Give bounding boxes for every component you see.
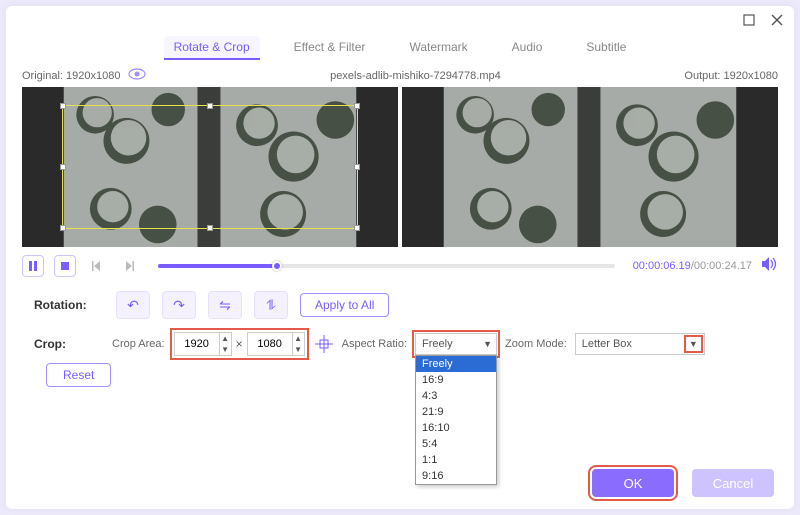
multiply-icon: × — [232, 337, 247, 351]
crop-height-spinner[interactable]: ▲▼ — [293, 332, 305, 356]
crop-handle[interactable] — [354, 103, 360, 109]
zoom-mode-label: Zoom Mode: — [505, 338, 567, 350]
preview-output — [402, 87, 778, 247]
aspect-option[interactable]: 16:9 — [416, 372, 496, 388]
rotation-section: Rotation: ↶ ↷ ⇋ ⥮ Apply to All — [6, 285, 794, 325]
volume-icon[interactable] — [762, 257, 778, 276]
timeline-slider[interactable] — [158, 264, 615, 268]
crop-area-label: Crop Area: — [112, 338, 165, 350]
infobar: Original: 1920x1080 pexels-adlib-mishiko… — [6, 68, 794, 87]
tab-subtitle[interactable]: Subtitle — [576, 36, 636, 60]
crop-width-spinner[interactable]: ▲▼ — [220, 332, 232, 356]
original-dimensions: Original: 1920x1080 — [22, 70, 120, 82]
crop-handle[interactable] — [60, 225, 66, 231]
aspect-option[interactable]: 21:9 — [416, 404, 496, 420]
flip-horizontal-button[interactable]: ⇋ — [208, 291, 242, 319]
rotation-label: Rotation: — [34, 298, 104, 312]
crop-handle[interactable] — [207, 225, 213, 231]
app-window: Rotate & Crop Effect & Filter Watermark … — [6, 6, 794, 509]
prev-frame-button[interactable] — [86, 255, 108, 277]
aspect-option[interactable]: 4:3 — [416, 388, 496, 404]
zoom-mode-select[interactable]: Letter Box ▼ — [575, 333, 705, 355]
tab-effect-filter[interactable]: Effect & Filter — [284, 36, 376, 60]
flip-vertical-button[interactable]: ⥮ — [254, 291, 288, 319]
aspect-option[interactable]: Freely — [416, 356, 496, 372]
rotate-left-button[interactable]: ↶ — [116, 291, 150, 319]
crop-width-input[interactable] — [174, 332, 220, 356]
tab-rotate-crop[interactable]: Rotate & Crop — [164, 36, 260, 60]
aspect-ratio-select[interactable]: Freely ▼ Freely 16:9 4:3 21:9 16:10 5:4 … — [415, 333, 497, 355]
crop-label: Crop: — [34, 337, 104, 351]
crop-position-icon[interactable] — [314, 334, 334, 354]
crop-height-input[interactable] — [247, 332, 293, 356]
output-dimensions: Output: 1920x1080 — [684, 70, 778, 82]
crop-handle[interactable] — [60, 103, 66, 109]
crop-handle[interactable] — [60, 164, 66, 170]
pause-button[interactable] — [22, 255, 44, 277]
aspect-ratio-label: Aspect Ratio: — [342, 338, 407, 350]
reset-button[interactable]: Reset — [46, 363, 111, 387]
ok-button[interactable]: OK — [592, 469, 674, 497]
tab-audio[interactable]: Audio — [502, 36, 553, 60]
aspect-option[interactable]: 5:4 — [416, 436, 496, 452]
aspect-option[interactable]: 1:1 — [416, 452, 496, 468]
preview-source[interactable] — [22, 87, 398, 247]
cancel-button[interactable]: Cancel — [692, 469, 774, 497]
preview-row — [6, 87, 794, 247]
crop-handle[interactable] — [354, 164, 360, 170]
tab-watermark[interactable]: Watermark — [399, 36, 477, 60]
tabs: Rotate & Crop Effect & Filter Watermark … — [6, 34, 794, 68]
next-frame-button[interactable] — [118, 255, 140, 277]
reset-row: Reset — [6, 363, 794, 393]
playback-controls: 00:00:06.19/00:00:24.17 — [6, 247, 794, 285]
chevron-down-icon: ▼ — [483, 339, 492, 349]
preview-toggle-icon[interactable] — [128, 68, 146, 83]
titlebar — [6, 6, 794, 34]
footer-buttons: OK Cancel — [592, 469, 774, 497]
crop-handle[interactable] — [207, 103, 213, 109]
apply-to-all-button[interactable]: Apply to All — [300, 293, 389, 317]
aspect-ratio-dropdown: Freely 16:9 4:3 21:9 16:10 5:4 1:1 9:16 — [415, 355, 497, 485]
rotate-right-button[interactable]: ↷ — [162, 291, 196, 319]
aspect-option[interactable]: 16:10 — [416, 420, 496, 436]
crop-section: Crop: Crop Area: ▲▼ × ▲▼ Aspect Ratio: F… — [6, 325, 794, 363]
stop-button[interactable] — [54, 255, 76, 277]
maximize-icon[interactable] — [742, 13, 756, 27]
aspect-option[interactable]: 9:16 — [416, 468, 496, 484]
filename: pexels-adlib-mishiko-7294778.mp4 — [330, 70, 501, 82]
close-icon[interactable] — [770, 13, 784, 27]
crop-rectangle[interactable] — [62, 105, 358, 229]
crop-handle[interactable] — [354, 225, 360, 231]
chevron-down-icon: ▼ — [687, 338, 700, 350]
time-display: 00:00:06.19/00:00:24.17 — [633, 260, 752, 272]
